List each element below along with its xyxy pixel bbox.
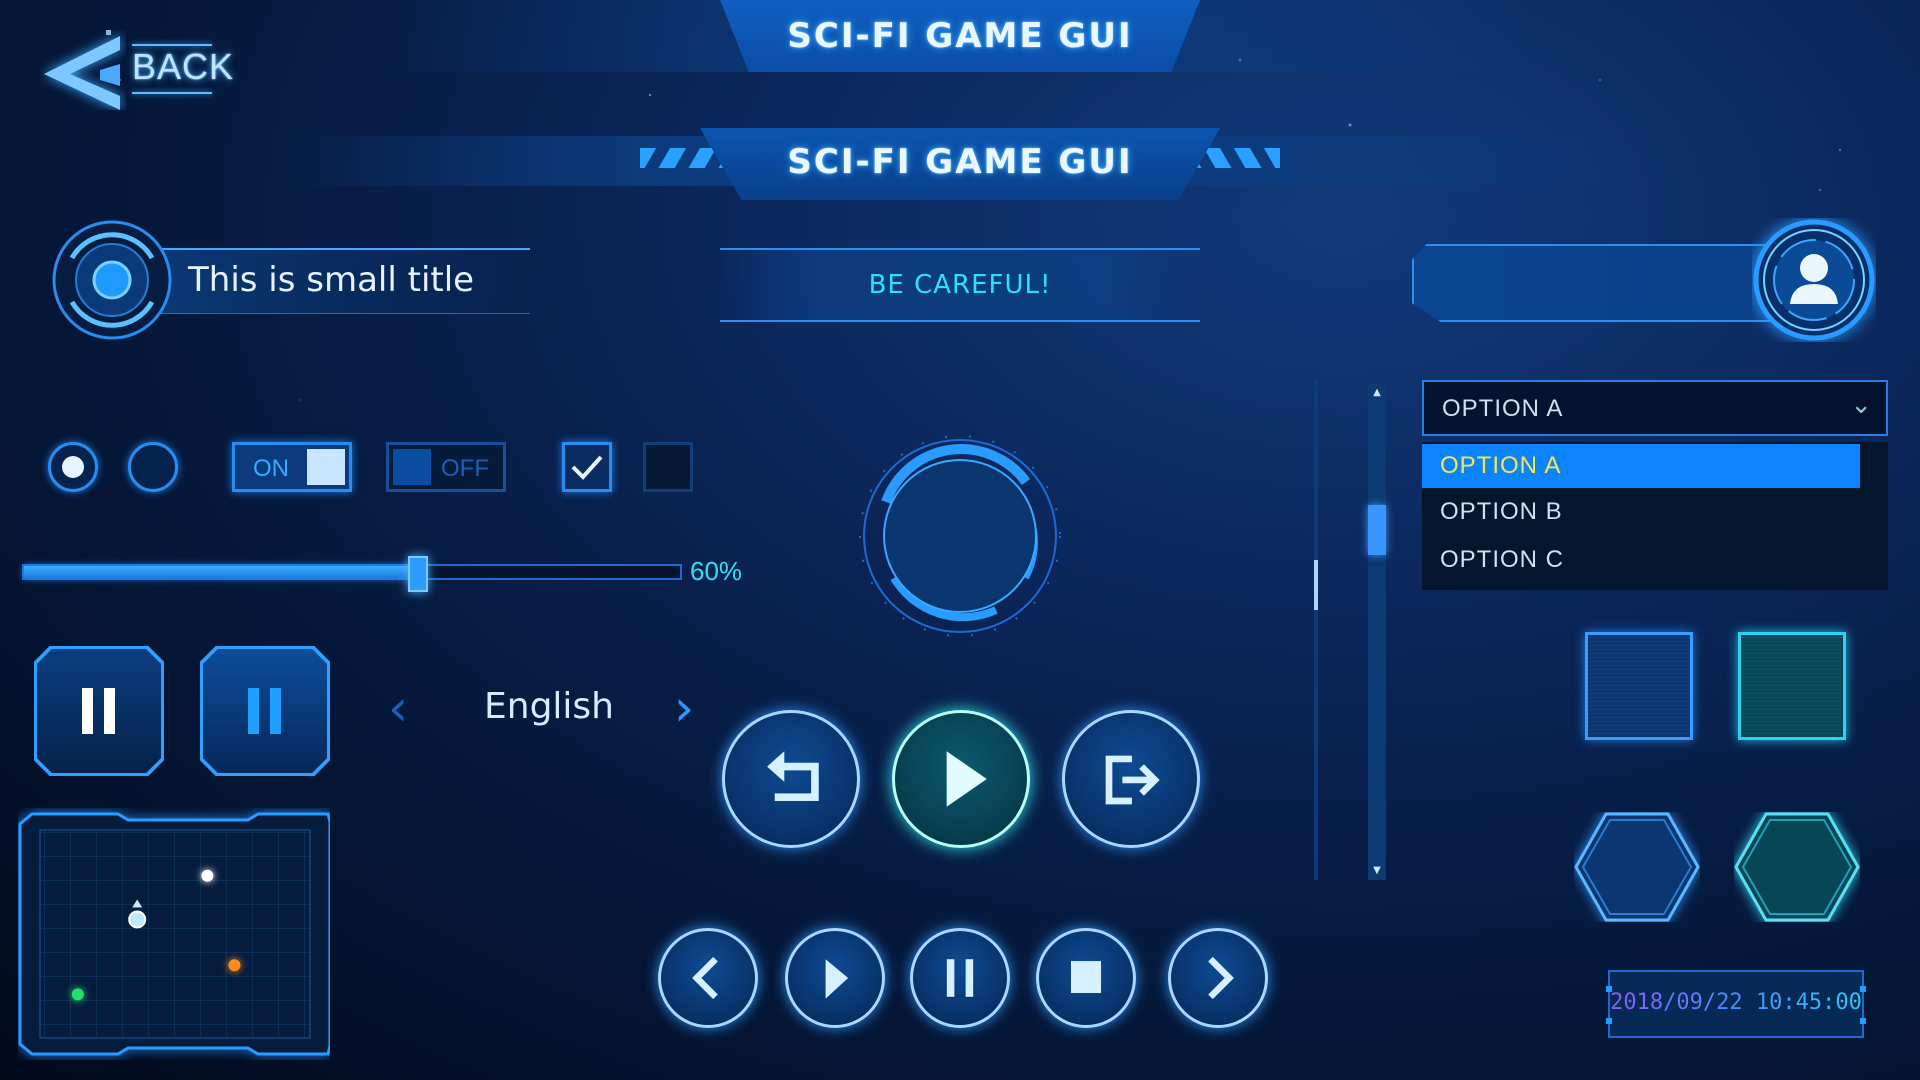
alert-text: BE CAREFUL!	[868, 270, 1052, 300]
option-dropdown[interactable]: OPTION A ⌄	[1422, 380, 1888, 436]
radio-selected[interactable]	[48, 442, 98, 492]
radio-unselected[interactable]	[128, 442, 178, 492]
slider-value-label: 60%	[690, 556, 743, 586]
stop-icon	[1070, 961, 1102, 994]
return-arrow-icon	[767, 751, 819, 801]
small-title-panel: This is small title	[50, 218, 530, 344]
language-value: English	[484, 686, 614, 727]
pause-bar-icon	[248, 688, 259, 734]
play-icon	[946, 751, 987, 807]
scroll-up-arrow-icon[interactable]: ▲	[1368, 384, 1386, 402]
pause-icon	[946, 959, 974, 997]
dial-center	[883, 459, 1037, 613]
radar-player-marker	[128, 910, 147, 929]
checkmark-icon	[571, 455, 603, 480]
pause-bar-icon	[82, 688, 93, 734]
chevron-left-icon	[692, 956, 718, 1000]
next-button[interactable]	[1168, 928, 1268, 1028]
toggle-on-knob	[307, 449, 345, 485]
small-title-text: This is small title	[188, 260, 475, 300]
avatar-button[interactable]	[1752, 218, 1876, 342]
radar-minimap[interactable]	[18, 808, 332, 1060]
dropdown-option[interactable]: OPTION A	[1422, 444, 1860, 488]
datetime-text: 2018/09/22 10:45:00	[1610, 990, 1862, 1015]
reactor-ring-icon	[52, 220, 172, 340]
exit-button[interactable]	[1062, 710, 1200, 848]
dropdown-option[interactable]: OPTION C	[1422, 538, 1860, 582]
toggle-off-knob	[393, 449, 431, 485]
toggle-on-label: ON	[253, 455, 289, 482]
slider-thumb[interactable]	[407, 556, 428, 592]
toggle-on[interactable]: ON	[232, 442, 352, 492]
inventory-slot-teal[interactable]	[1738, 632, 1846, 740]
restart-button[interactable]	[722, 710, 860, 848]
thin-scrollbar[interactable]	[1314, 380, 1318, 880]
chevron-down-icon: ⌄	[1850, 390, 1872, 420]
user-silhouette-icon	[1753, 219, 1875, 341]
slider-fill	[24, 566, 418, 578]
checkbox-checked[interactable]	[562, 442, 612, 492]
back-bottom-line	[132, 92, 212, 94]
datetime-display: 2018/09/22 10:45:00	[1606, 970, 1866, 1038]
pause-button-blue[interactable]	[200, 646, 330, 776]
play-icon	[825, 959, 849, 999]
language-next-button[interactable]: ›	[674, 678, 694, 738]
profile-name-field[interactable]	[1412, 244, 1772, 322]
pause-button-small[interactable]	[910, 928, 1010, 1028]
exit-door-icon	[1105, 755, 1160, 805]
scroll-down-arrow-icon[interactable]: ▼	[1368, 862, 1386, 880]
main-scrollbar[interactable]: ▲ ▼	[1368, 384, 1386, 880]
language-prev-button[interactable]: ‹	[388, 678, 408, 738]
target-dial[interactable]	[856, 432, 1064, 640]
radar-grid	[39, 829, 311, 1039]
banner-secondary: SCI-FI GAME GUI	[700, 128, 1220, 200]
dropdown-option[interactable]: OPTION B	[1422, 490, 1860, 534]
alert-banner: BE CAREFUL!	[720, 248, 1200, 322]
hex-slot-blue[interactable]	[1574, 812, 1700, 922]
banner-primary: SCI-FI GAME GUI	[720, 0, 1200, 72]
inventory-slot-blue[interactable]	[1585, 632, 1693, 740]
thin-scrollbar-thumb[interactable]	[1314, 560, 1318, 610]
pause-button-white[interactable]	[34, 646, 164, 776]
dropdown-options-list: OPTION A OPTION B OPTION C	[1422, 442, 1888, 590]
radar-marker	[71, 988, 84, 1001]
toggle-off[interactable]: OFF	[386, 442, 506, 492]
stop-button[interactable]	[1036, 928, 1136, 1028]
language-selector: ‹ English ›	[380, 678, 720, 738]
play-button-small[interactable]	[785, 928, 885, 1028]
play-button-large[interactable]	[892, 710, 1030, 848]
pause-bar-icon	[270, 688, 281, 734]
previous-button[interactable]	[658, 928, 758, 1028]
radar-marker	[228, 959, 241, 972]
scrollbar-thumb[interactable]	[1368, 504, 1386, 555]
radar-marker	[201, 869, 214, 882]
chevron-right-icon	[1208, 956, 1234, 1000]
dropdown-selected-value: OPTION A	[1442, 395, 1564, 422]
checkbox-unchecked[interactable]	[643, 442, 693, 492]
volume-slider[interactable]	[22, 556, 682, 592]
toggle-off-label: OFF	[441, 455, 489, 482]
hex-slot-teal[interactable]	[1734, 812, 1860, 922]
pause-bar-icon	[104, 688, 115, 734]
